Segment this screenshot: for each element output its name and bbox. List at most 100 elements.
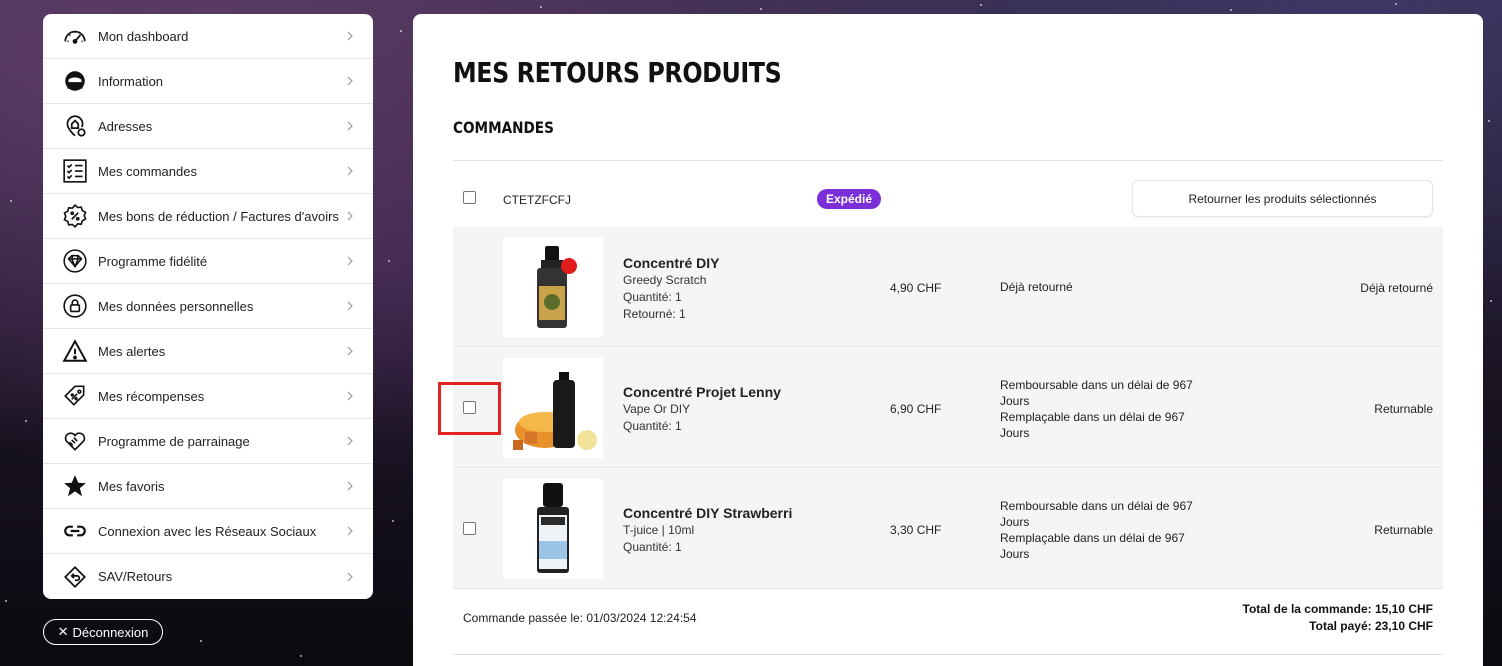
sidebar-item-label: Adresses <box>98 118 153 134</box>
return-status-line: Remplaçable dans un délai de 967 Jours <box>1000 410 1185 440</box>
sidebar-item-favorites[interactable]: Mes favoris <box>43 464 373 509</box>
speedometer-icon <box>61 22 89 50</box>
product-brand: Vape Or DIY <box>623 402 691 416</box>
paid-total: Total payé: 23,10 CHF <box>1309 619 1433 633</box>
product-price: 3,30 CHF <box>890 523 942 537</box>
return-state: Déjà retourné <box>1360 281 1433 295</box>
chevron-right-icon <box>347 76 353 86</box>
sidebar-item-returns[interactable]: SAV/Retours <box>43 554 373 599</box>
divider <box>453 654 1443 655</box>
sidebar-item-label: SAV/Retours <box>98 569 173 584</box>
sidebar-item-label: Programme de parrainage <box>98 433 250 449</box>
product-image <box>503 479 603 579</box>
discount-badge-icon <box>61 202 89 230</box>
sidebar-item-label: Mes bons de réduction / Factures d'avoir… <box>98 208 339 224</box>
chevron-right-icon <box>347 572 353 581</box>
product-brand: Greedy Scratch <box>623 273 707 287</box>
select-all-checkbox[interactable] <box>463 191 476 204</box>
product-name: Concentré Projet Lenny <box>623 384 781 400</box>
lock-icon <box>61 292 89 320</box>
sidebar-item-addresses[interactable]: Adresses <box>43 104 373 149</box>
price-tag-icon <box>61 382 89 410</box>
return-status-line: Remboursable dans un délai de 967 Jours <box>1000 378 1193 408</box>
chevron-right-icon <box>347 346 353 356</box>
sidebar-item-label: Programme fidélité <box>98 253 208 269</box>
product-quantity: Quantité: 1 <box>623 540 682 554</box>
return-status-line: Remboursable dans un délai de 967 Jours <box>1000 499 1193 529</box>
chevron-right-icon <box>347 121 353 131</box>
product-name: Concentré DIY <box>623 255 720 271</box>
sidebar-item-label: Mes alertes <box>98 343 166 359</box>
sidebar-item-social[interactable]: Connexion avec les Réseaux Sociaux <box>43 509 373 554</box>
chevron-right-icon <box>347 166 353 176</box>
sidebar-item-label: Mes récompenses <box>98 388 205 404</box>
link-icon <box>61 517 89 545</box>
product-name: Concentré DIY Strawberri <box>623 505 793 521</box>
close-icon: ✕ <box>57 624 69 639</box>
sidebar-item-alerts[interactable]: Mes alertes <box>43 329 373 374</box>
chevron-right-icon <box>347 301 353 311</box>
sidebar-item-referral[interactable]: Programme de parrainage <box>43 419 373 464</box>
product-image <box>503 237 603 337</box>
product-returned: Retourné: 1 <box>623 307 686 321</box>
handshake-icon <box>61 427 89 455</box>
logout-button[interactable]: ✕ Déconnexion <box>43 619 163 645</box>
return-status: Remboursable dans un délai de 967 Jours … <box>1000 377 1205 441</box>
warning-icon <box>61 337 89 365</box>
return-status-line: Remplaçable dans un délai de 967 Jours <box>1000 531 1185 561</box>
return-state: Returnable <box>1374 523 1433 537</box>
section-title: COMMANDES <box>453 118 554 137</box>
status-badge: Expédié <box>817 189 882 209</box>
product-row: Concentré DIY Strawberri T-juice | 10ml … <box>453 469 1443 589</box>
return-arrows-icon <box>61 563 89 591</box>
chevron-right-icon <box>347 391 353 401</box>
chevron-right-icon <box>347 436 353 446</box>
sidebar-item-label: Mes commandes <box>98 163 197 179</box>
return-status: Déjà retourné <box>1000 279 1205 295</box>
sidebar-item-loyalty[interactable]: Programme fidélité <box>43 239 373 284</box>
order-date: Commande passée le: 01/03/2024 12:24:54 <box>463 611 697 625</box>
order-totals: Total de la commande: 15,10 CHF Total pa… <box>1243 601 1434 635</box>
account-sidebar: Mon dashboard Information Adresses Mes c… <box>43 14 373 599</box>
product-quantity: Quantité: 1 <box>623 290 682 304</box>
chevron-right-icon <box>347 256 353 266</box>
product-row: Concentré Projet Lenny Vape Or DIY Quant… <box>453 348 1443 468</box>
home-location-icon <box>61 112 89 140</box>
diamond-icon <box>61 247 89 275</box>
sidebar-item-label: Information <box>98 73 164 89</box>
sidebar-item-personal-data[interactable]: Mes données personnelles <box>43 284 373 329</box>
returns-panel: MES RETOURS PRODUITS COMMANDES CTETZFCFJ… <box>413 14 1483 666</box>
sidebar-item-label: Mes favoris <box>98 478 165 494</box>
sidebar-item-vouchers[interactable]: Mes bons de réduction / Factures d'avoir… <box>43 194 373 239</box>
sidebar-item-dashboard[interactable]: Mon dashboard <box>43 14 373 59</box>
checkbox-highlight-box <box>438 382 501 435</box>
product-row: Concentré DIY Greedy Scratch Quantité: 1… <box>453 227 1443 347</box>
return-status-line: Déjà retourné <box>1000 280 1073 294</box>
order-id: CTETZFCFJ <box>503 193 571 207</box>
page-title: MES RETOURS PRODUITS <box>453 56 782 89</box>
chevron-right-icon <box>347 211 353 221</box>
order-header: CTETZFCFJ Expédié Retourner les produits… <box>453 180 1443 220</box>
logout-label: Déconnexion <box>72 624 149 640</box>
order-total: Total de la commande: 15,10 CHF <box>1242 602 1434 616</box>
product-price: 6,90 CHF <box>890 402 942 416</box>
product-select-checkbox[interactable] <box>463 522 476 535</box>
sidebar-item-label: Mon dashboard <box>98 28 189 44</box>
divider <box>453 160 1443 161</box>
return-selected-button[interactable]: Retourner les produits sélectionnés <box>1132 180 1433 217</box>
sidebar-item-orders[interactable]: Mes commandes <box>43 149 373 194</box>
chevron-right-icon <box>347 526 353 536</box>
product-brand: T-juice | 10ml <box>623 523 695 537</box>
sidebar-item-label: Mes données personnelles <box>98 298 254 314</box>
product-quantity: Quantité: 1 <box>623 419 682 433</box>
chevron-right-icon <box>347 481 353 491</box>
product-price: 4,90 CHF <box>890 281 942 295</box>
sidebar-item-rewards[interactable]: Mes récompenses <box>43 374 373 419</box>
sidebar-item-label: Connexion avec les Réseaux Sociaux <box>98 523 317 539</box>
chevron-right-icon <box>347 31 353 41</box>
sidebar-item-information[interactable]: Information <box>43 59 373 104</box>
return-status: Remboursable dans un délai de 967 Jours … <box>1000 498 1205 562</box>
checklist-icon <box>61 157 89 185</box>
star-icon <box>61 472 89 500</box>
product-image <box>503 358 603 458</box>
